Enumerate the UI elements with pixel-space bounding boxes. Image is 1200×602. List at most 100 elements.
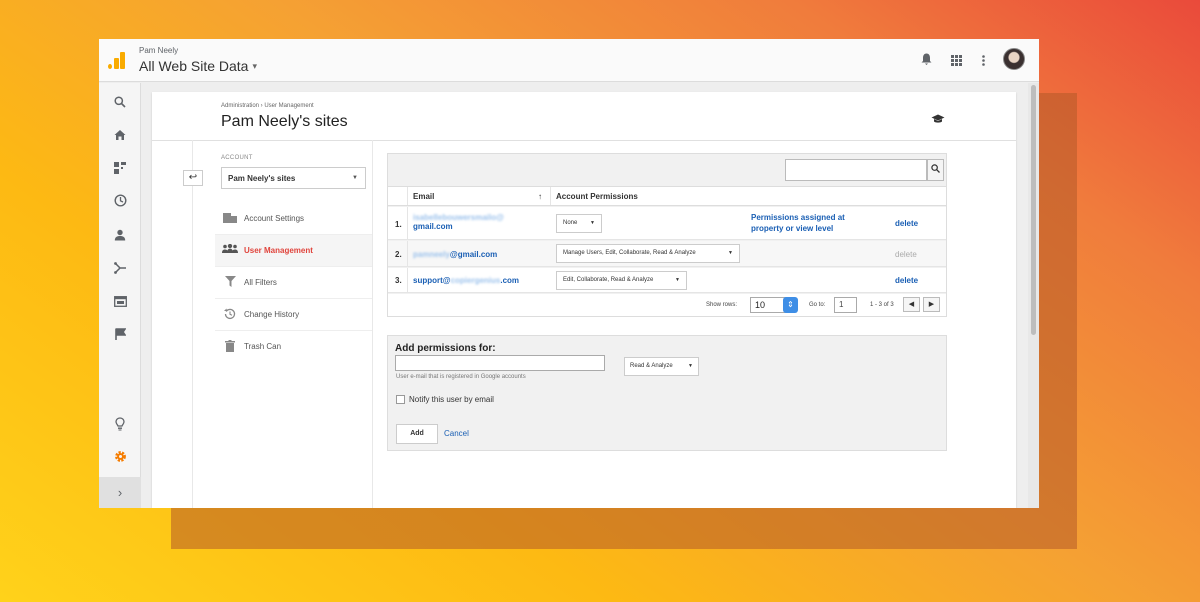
page-title: Pam Neely's sites [221,113,348,130]
search-input[interactable] [785,159,927,181]
menu-item-change-history[interactable]: Change History [215,299,372,331]
menu-column-divider [372,140,373,508]
chevron-down-icon: ▼ [728,250,733,256]
property-selector[interactable]: All Web Site Data ▾ [139,58,257,74]
add-permissions-panel: Add permissions for: User e-mail that is… [387,335,947,451]
user-email[interactable]: isabellebouwersmailo@ gmail.com [413,213,504,231]
column-separator [550,187,551,205]
search-icon[interactable] [99,95,141,111]
pagination-range: 1 - 3 of 3 [870,302,894,308]
permissions-column-header: Account Permissions [556,192,638,201]
column-separator [407,241,408,266]
rows-stepper-icon[interactable]: ⇕ [783,297,798,313]
user-email[interactable]: support@copiergenius.com [413,276,519,285]
add-permissions-title: Add permissions for: [395,343,496,354]
flag-icon[interactable] [99,327,141,343]
goto-label: Go to: [809,302,826,308]
email-field[interactable] [395,355,605,371]
email-redacted: isabellebouwersmailo@ [413,213,504,222]
home-icon[interactable] [99,128,141,144]
menu-item-trash-can[interactable]: Trash Can [215,331,372,363]
trash-icon [222,340,238,355]
scrollbar[interactable] [1028,83,1039,508]
menu-item-account-settings[interactable]: Account Settings [215,203,372,235]
customization-icon[interactable] [99,161,141,177]
email-domain: gmail.com [413,222,453,231]
chevron-down-icon: ▼ [352,175,358,181]
users-table-panel: Email ↑ Account Permissions 1. isabelleb… [387,153,947,317]
gear-icon[interactable] [99,450,141,466]
menu-item-user-management[interactable]: User Management [215,235,372,267]
column-separator [407,207,408,239]
expand-nav-chevron-icon[interactable]: › [99,477,141,508]
chevron-down-icon: ▼ [688,363,693,369]
menu-item-label: Account Settings [244,214,305,223]
more-vert-icon[interactable] [982,54,985,69]
permission-select[interactable]: Manage Users, Edit, Collaborate, Read & … [556,244,740,263]
acquisition-icon[interactable] [99,261,141,277]
table-footer: Show rows: 10 ⇕ Go to: 1 1 - 3 of 3 ◀ ▶ [388,294,946,316]
email-hint: User e-mail that is registered in Google… [396,374,526,380]
people-icon [222,243,238,257]
filter-icon [222,276,238,290]
account-label: ACCOUNT [221,155,253,161]
permissions-note-link[interactable]: Permissions assigned at property or view… [751,212,861,234]
delete-link-disabled: delete [895,250,917,259]
search-icon[interactable] [927,159,944,181]
chevron-down-icon: ▾ [252,61,257,71]
delete-link[interactable]: delete [895,276,918,285]
row-number: 2. [395,250,402,259]
person-icon[interactable] [99,228,141,244]
avatar[interactable] [1003,48,1025,70]
permission-value: None [563,220,578,226]
header-divider [152,140,1016,141]
notify-checkbox[interactable] [396,395,405,404]
graduation-cap-icon[interactable] [931,114,945,127]
account-select[interactable]: Pam Neely's sites ▼ [221,167,366,189]
menu-item-all-filters[interactable]: All Filters [215,267,372,299]
analytics-logo-icon[interactable] [108,52,126,69]
chevron-down-icon: ▼ [675,277,680,283]
permission-select[interactable]: None ▼ [556,214,602,233]
bell-icon[interactable] [921,53,932,68]
building-icon [222,212,238,226]
permission-select[interactable]: Edit, Collaborate, Read & Analyze ▼ [556,271,687,290]
table-row: 3. support@copiergenius.com Edit, Collab… [388,268,946,293]
menu-item-label: Change History [244,310,300,319]
table-row: 2. pamneely@gmail.com Manage Users, Edit… [388,241,946,267]
user-email[interactable]: pamneely@gmail.com [413,250,497,259]
apps-grid-icon[interactable] [951,54,962,69]
email-domain: .com [500,276,520,285]
property-name: All Web Site Data [139,58,249,74]
table-row: 1. isabellebouwersmailo@ gmail.com None … [388,207,946,240]
show-rows-value: 10 [755,300,766,310]
breadcrumb[interactable]: Administration › User Management [221,103,314,109]
row-number: 3. [395,276,402,285]
permission-value: Manage Users, Edit, Collaborate, Read & … [563,250,696,256]
chevron-down-icon: ▼ [590,220,595,226]
clock-icon[interactable] [99,194,141,210]
lightbulb-icon[interactable] [99,417,141,434]
behavior-icon[interactable] [99,294,141,310]
account-name: Pam Neely [139,46,179,55]
notify-label: Notify this user by email [409,395,494,404]
left-column-divider [192,140,193,508]
menu-item-label: User Management [244,246,313,255]
chevron-right-icon[interactable]: ▶ [923,297,940,312]
sort-arrow-up-icon[interactable]: ↑ [538,192,542,201]
back-arrow-icon[interactable]: ↩ [183,170,203,186]
menu-item-label: Trash Can [244,342,282,351]
left-nav: › [99,83,141,508]
history-icon [222,308,238,323]
add-permission-select[interactable]: Read & Analyze ▼ [624,357,699,376]
cancel-button[interactable]: Cancel [444,429,469,438]
goto-input[interactable]: 1 [834,297,857,313]
scrollbar-thumb[interactable] [1031,85,1036,335]
add-button[interactable]: Add [396,424,438,444]
column-separator [407,268,408,292]
permission-value: Edit, Collaborate, Read & Analyze [563,277,654,283]
email-column-header[interactable]: Email [413,192,434,201]
delete-link[interactable]: delete [895,219,918,228]
chevron-left-icon[interactable]: ◀ [903,297,920,312]
email-redacted: pamneely [413,250,450,259]
